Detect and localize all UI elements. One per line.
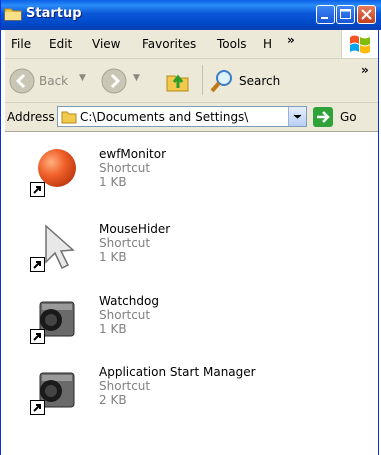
search-button[interactable]: Search	[209, 67, 313, 95]
file-type: Shortcut	[99, 161, 151, 175]
shortcut-arrow-icon	[30, 257, 45, 272]
close-button[interactable]	[357, 5, 376, 24]
list-item-watchdog[interactable]: Watchdog Shortcut 1 KB	[6, 294, 366, 358]
maximize-icon	[340, 9, 351, 19]
windows-logo	[341, 30, 378, 58]
file-size: 1 KB	[99, 322, 127, 336]
menu-favorites[interactable]: Favorites	[142, 37, 196, 51]
address-input[interactable]: C:\Documents and Settings\	[80, 110, 285, 124]
camera-icon	[30, 294, 80, 344]
menu-overflow-chevron[interactable]: »	[287, 33, 295, 47]
go-label: Go	[340, 110, 357, 124]
file-type: Shortcut	[99, 379, 151, 393]
windows-flag-icon	[350, 35, 370, 54]
back-label: Back	[39, 74, 69, 88]
menu-bar: File Edit View Favorites Tools H »	[5, 30, 378, 59]
file-name: Application Start Manager	[99, 365, 256, 379]
file-size: 1 KB	[99, 175, 127, 189]
maximize-button[interactable]	[336, 5, 355, 24]
menu-tools[interactable]: Tools	[217, 37, 247, 51]
minimize-button[interactable]	[316, 5, 335, 24]
explorer-window: Startup File Edit View Favorites Tools H…	[0, 0, 381, 455]
file-size: 2 KB	[99, 393, 127, 407]
address-label: Address	[7, 110, 55, 124]
address-dropdown-button[interactable]	[288, 107, 306, 126]
file-info: MouseHider Shortcut 1 KB	[99, 222, 170, 264]
toolbar-separator	[202, 65, 203, 95]
file-info: Watchdog Shortcut 1 KB	[99, 294, 159, 336]
address-combobox[interactable]: C:\Documents and Settings\	[57, 106, 307, 127]
shortcut-arrow-icon	[30, 329, 45, 344]
file-type: Shortcut	[99, 308, 151, 322]
file-name: MouseHider	[99, 222, 171, 236]
go-button[interactable]: Go	[313, 106, 373, 128]
standard-toolbar: Back ▼ ▼ Search »	[5, 59, 378, 103]
menu-help[interactable]: H	[263, 37, 272, 51]
search-label: Search	[239, 74, 281, 88]
file-size: 1 KB	[99, 250, 127, 264]
menu-view[interactable]: View	[92, 37, 120, 51]
search-icon	[210, 70, 232, 93]
file-type: Shortcut	[99, 236, 151, 250]
window-title: Startup	[26, 6, 82, 21]
back-dropdown-icon[interactable]: ▼	[79, 73, 86, 83]
menu-file[interactable]: File	[11, 37, 31, 51]
close-icon	[361, 9, 372, 20]
menu-edit[interactable]: Edit	[49, 37, 72, 51]
file-info: Application Start Manager Shortcut 2 KB	[99, 365, 256, 407]
chevron-down-icon	[293, 114, 302, 119]
file-list: ewfMonitor Shortcut 1 KB MouseHider Shor…	[6, 132, 378, 455]
title-bar[interactable]: Startup	[1, 0, 381, 30]
back-arrow-icon	[9, 68, 35, 94]
list-item-mousehider[interactable]: MouseHider Shortcut 1 KB	[6, 222, 366, 286]
toolbar-overflow-chevron[interactable]: »	[361, 63, 369, 77]
file-info: ewfMonitor Shortcut 1 KB	[99, 147, 166, 189]
forward-dropdown-icon[interactable]: ▼	[133, 73, 140, 83]
folder-icon	[4, 8, 22, 21]
back-button[interactable]: Back ▼	[9, 67, 89, 95]
mouse-cursor-icon	[30, 222, 80, 272]
shortcut-arrow-icon	[30, 400, 45, 415]
orange-ball-icon	[30, 147, 80, 197]
shortcut-arrow-icon	[30, 182, 45, 197]
file-name: Watchdog	[99, 294, 159, 308]
go-arrow-icon	[313, 107, 333, 127]
forward-arrow-icon	[101, 68, 127, 94]
address-bar: Address C:\Documents and Settings\ Go	[5, 103, 378, 132]
list-item-application-start-manager[interactable]: Application Start Manager Shortcut 2 KB	[6, 365, 366, 429]
camera-icon	[30, 365, 80, 415]
forward-button[interactable]: ▼	[101, 67, 145, 95]
minimize-icon	[321, 17, 328, 19]
up-folder-icon[interactable]	[165, 68, 191, 94]
list-item-ewfmonitor[interactable]: ewfMonitor Shortcut 1 KB	[6, 147, 366, 211]
file-name: ewfMonitor	[99, 147, 167, 161]
folder-icon	[61, 111, 77, 124]
